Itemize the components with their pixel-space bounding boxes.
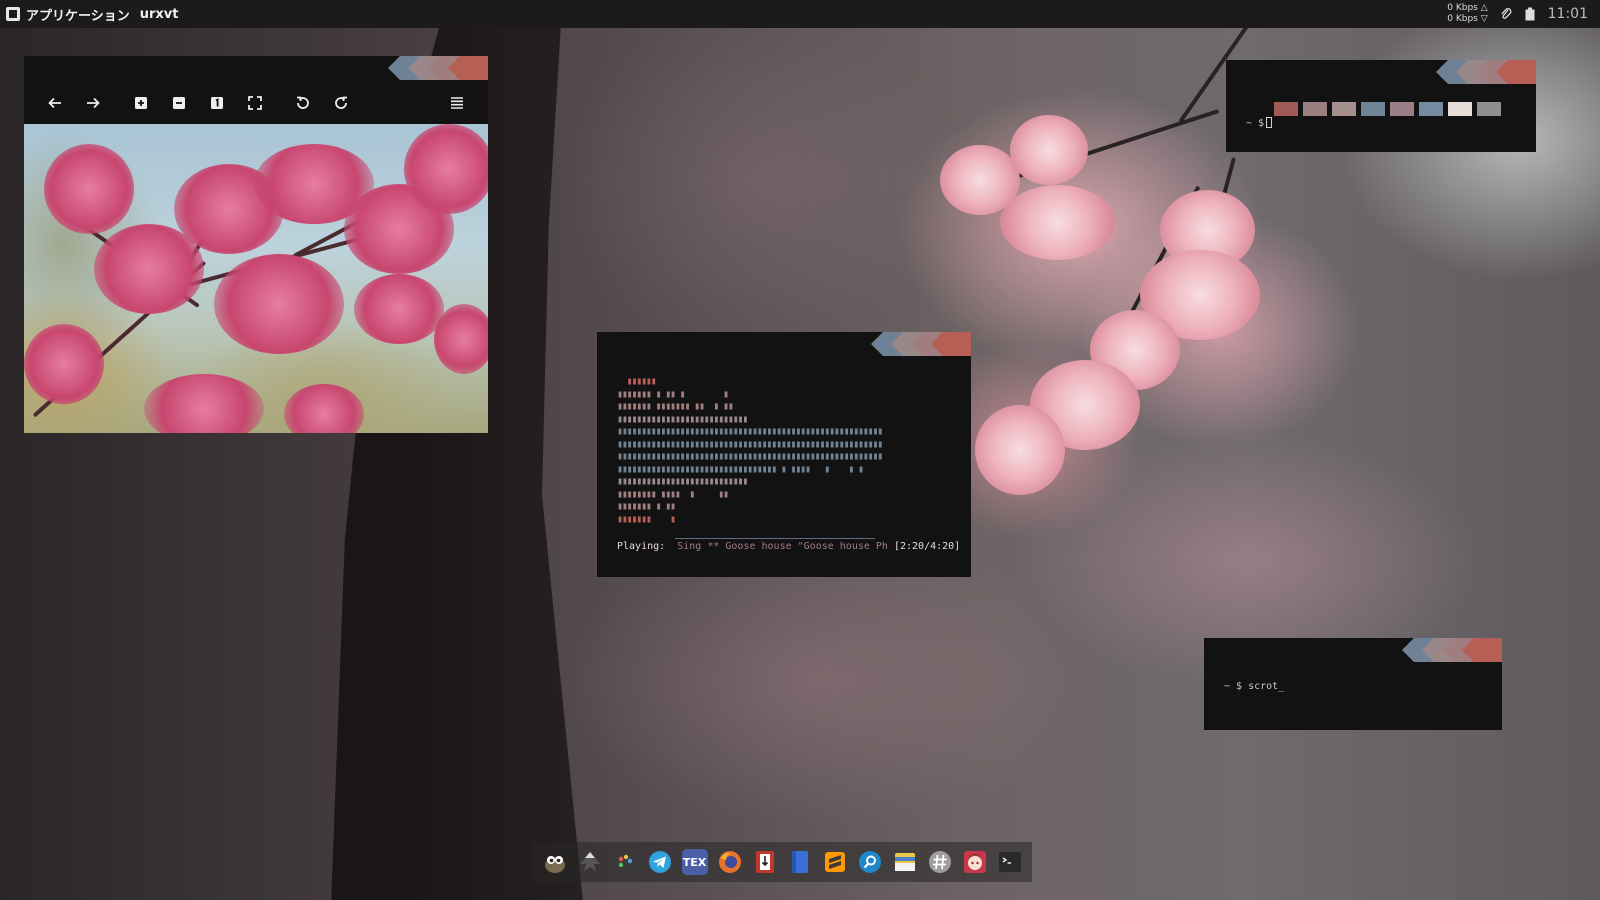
color-palette-icon[interactable] — [612, 849, 638, 875]
playing-label: Playing: — [617, 541, 666, 552]
battery-icon[interactable] — [1524, 7, 1536, 21]
anime-avatar-icon[interactable] — [962, 849, 988, 875]
displayed-image — [24, 124, 488, 433]
color-swatch — [1303, 102, 1327, 116]
audio-visualizer: ▮▮▮▮▮▮ ▮▮▮▮▮▮▮ ▮ ▮▮ ▮ ▮ ▮▮▮▮▮▮▮ ▮▮▮▮▮▮▮ … — [617, 376, 883, 525]
sublime-text-icon[interactable] — [822, 849, 848, 875]
active-window-title: urxvt — [139, 6, 179, 22]
color-swatch — [1332, 102, 1356, 116]
color-swatch — [1419, 102, 1443, 116]
clock[interactable]: 11:01 — [1548, 6, 1588, 22]
file-manager-icon[interactable] — [892, 849, 918, 875]
gimp-icon[interactable] — [542, 849, 568, 875]
zoom-in-icon[interactable] — [122, 89, 160, 117]
rotate-left-icon[interactable] — [284, 89, 322, 117]
firefox-icon[interactable] — [717, 849, 743, 875]
app-menu-icon[interactable] — [6, 7, 20, 21]
color-swatch — [1274, 102, 1298, 116]
actual-size-icon[interactable] — [198, 89, 236, 117]
notes-icon[interactable] — [787, 849, 813, 875]
window-decoration — [871, 332, 971, 356]
now-playing-line: Playing: Sing ** Goose house "Goose hous… — [617, 541, 960, 552]
wallpaper-blossom — [1000, 185, 1115, 260]
top-panel: アプリケーション urxvt 0 Kbps △ 0 Kbps ▽ 11:01 — [0, 0, 1600, 28]
arrow-left-icon[interactable] — [36, 89, 74, 117]
search-app-icon[interactable] — [857, 849, 883, 875]
tex-icon[interactable]: TEX — [681, 849, 708, 875]
window-decoration — [1402, 638, 1502, 662]
terminal-window-colors[interactable]: ~ $ — [1226, 60, 1536, 152]
wallpaper-blossom — [975, 405, 1065, 495]
rotate-right-icon[interactable] — [322, 89, 360, 117]
music-player-window[interactable]: ▮▮▮▮▮▮ ▮▮▮▮▮▮▮ ▮ ▮▮ ▮ ▮ ▮▮▮▮▮▮▮ ▮▮▮▮▮▮▮ … — [597, 332, 971, 577]
window-decoration — [388, 56, 488, 80]
terminal-window-scrot[interactable]: ~ $ scrot_ — [1204, 638, 1502, 730]
arrow-right-icon[interactable] — [74, 89, 112, 117]
attachment-icon[interactable] — [1500, 7, 1512, 21]
hashtag-app-icon[interactable] — [927, 849, 953, 875]
dock: TEX — [532, 842, 1032, 882]
track-time: [2:20/4:20] — [893, 541, 961, 552]
menu-icon[interactable] — [438, 89, 476, 117]
prompt-text: ~ $ — [1246, 118, 1265, 129]
fullscreen-icon[interactable] — [236, 89, 274, 117]
window-decoration — [1436, 60, 1536, 84]
color-swatch — [1477, 102, 1501, 116]
track-title: Sing ** Goose house "Goose house Ph — [677, 541, 888, 552]
terminal-prompt[interactable]: ~ $ scrot_ — [1224, 681, 1284, 692]
applications-menu[interactable]: アプリケーション — [26, 5, 130, 24]
terminal-prompt[interactable]: ~ $ — [1246, 117, 1273, 129]
track-progress-bar[interactable] — [675, 538, 875, 539]
network-speed: 0 Kbps △ 0 Kbps ▽ — [1447, 3, 1487, 25]
inkscape-icon[interactable] — [577, 849, 603, 875]
terminal-icon[interactable] — [997, 849, 1023, 875]
color-swatch — [1361, 102, 1385, 116]
telegram-icon[interactable] — [647, 849, 673, 875]
wallpaper-blossom — [1010, 115, 1088, 185]
color-swatch — [1448, 102, 1472, 116]
archive-manager-icon[interactable] — [752, 849, 778, 875]
network-download: 0 Kbps ▽ — [1447, 14, 1488, 24]
viewer-toolbar — [24, 86, 488, 120]
color-swatch — [1390, 102, 1414, 116]
network-upload: 0 Kbps △ — [1447, 3, 1488, 13]
color-swatches — [1274, 102, 1501, 116]
image-viewer-window[interactable] — [24, 56, 488, 433]
terminal-cursor — [1266, 117, 1273, 128]
zoom-out-icon[interactable] — [160, 89, 198, 117]
